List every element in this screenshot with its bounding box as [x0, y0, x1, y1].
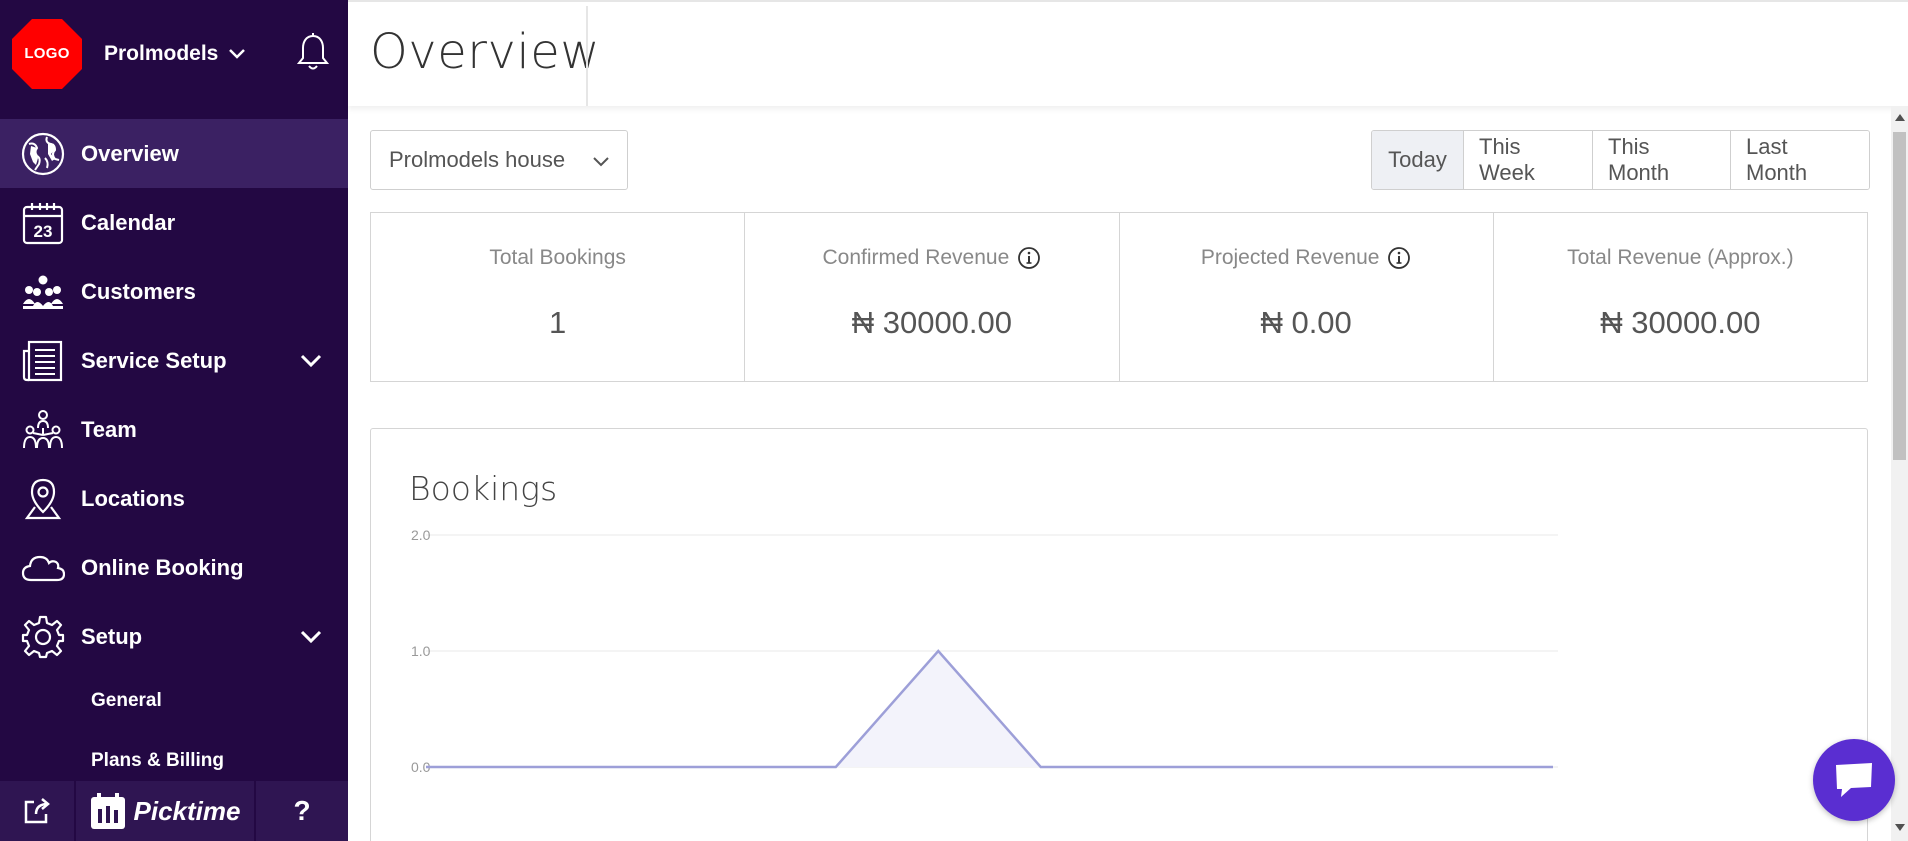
nav-item-locations[interactable]: Locations — [0, 464, 348, 533]
stat-value: ₦ 30000.00 — [1600, 305, 1761, 340]
calendar-icon: 23 — [20, 200, 66, 246]
customers-icon — [20, 269, 66, 315]
header-divider — [586, 6, 588, 106]
stat-value: ₦ 30000.00 — [851, 305, 1013, 340]
scroll-thumb[interactable] — [1893, 132, 1906, 460]
help-button[interactable]: ? — [256, 781, 348, 841]
location-pin-icon — [20, 476, 66, 522]
chevron-down-icon — [229, 49, 246, 59]
nav-label: Team — [81, 416, 137, 442]
logo-text: LOGO — [24, 45, 70, 62]
period-this-week-button[interactable]: This Week — [1463, 131, 1592, 189]
calendar-day-number: 23 — [34, 222, 53, 241]
nav-label: Online Booking — [81, 554, 244, 580]
location-select-value: Prolmodels house — [389, 147, 566, 172]
y-tick-label: 1.0 — [411, 643, 431, 659]
account-name: Prolmodels — [104, 42, 219, 65]
sidebar-header: LOGO Prolmodels — [0, 0, 348, 106]
brand-name: Picktime — [133, 795, 241, 826]
gear-icon — [20, 614, 66, 660]
team-icon — [20, 407, 66, 453]
page-title: Overview — [370, 24, 600, 80]
nav-item-service-setup[interactable]: Service Setup — [0, 326, 348, 395]
account-switcher[interactable]: Prolmodels — [104, 40, 246, 68]
nav-item-online-booking[interactable]: Online Booking — [0, 533, 348, 602]
picktime-brand[interactable]: Picktime — [76, 781, 256, 841]
page-header: Overview — [348, 0, 1908, 106]
stat-label: Confirmed Revenue — [822, 246, 1010, 269]
location-select[interactable]: Prolmodels house — [370, 130, 628, 190]
chevron-down-icon[interactable] — [298, 348, 324, 374]
stat-total-revenue: Total Revenue (Approx.) ₦ 30000.00 — [1492, 213, 1867, 381]
scroll-down-arrow-icon[interactable] — [1895, 824, 1905, 831]
cloud-icon — [20, 545, 66, 591]
service-setup-icon — [20, 338, 66, 384]
sidebar-nav: Overview 23 Calendar Customers Service S… — [0, 119, 348, 791]
sidebar-footer: Picktime ? — [0, 781, 348, 841]
nav-label: Calendar — [81, 209, 176, 235]
chat-bubble-icon — [1836, 763, 1872, 797]
stat-value: 1 — [549, 305, 567, 340]
info-icon[interactable] — [1387, 246, 1411, 270]
nav-item-team[interactable]: Team — [0, 395, 348, 464]
bookings-chart: 2.01.00.0 — [411, 527, 1558, 775]
stat-label: Total Revenue (Approx.) — [1567, 246, 1794, 269]
nav-label: Overview — [81, 140, 179, 166]
globe-icon — [20, 131, 66, 177]
chat-button[interactable] — [1813, 739, 1895, 821]
sidebar: LOGO Prolmodels Overview 23 Calendar Cus… — [0, 0, 348, 841]
chevron-down-icon[interactable] — [298, 624, 324, 650]
vertical-scrollbar[interactable] — [1891, 106, 1908, 841]
stat-label: Projected Revenue — [1200, 246, 1380, 269]
main-content: Overview Prolmodels house Today This Wee… — [348, 0, 1908, 841]
stat-confirmed-revenue: Confirmed Revenue ₦ 30000.00 — [744, 213, 1118, 381]
nav-label: Service Setup — [81, 347, 227, 373]
stats-panel: Total Bookings 1 Confirmed Revenue ₦ 300… — [370, 212, 1868, 382]
company-logo[interactable]: LOGO — [10, 17, 84, 91]
scroll-up-arrow-icon[interactable] — [1895, 114, 1905, 121]
nav-label: Setup — [81, 623, 143, 649]
stat-projected-revenue: Projected Revenue ₦ 0.00 — [1118, 213, 1493, 381]
chevron-down-icon — [593, 157, 609, 167]
sub-item-general[interactable]: General — [0, 671, 348, 731]
nav-item-overview[interactable]: Overview — [0, 119, 348, 188]
nav-item-calendar[interactable]: 23 Calendar — [0, 188, 348, 257]
open-external-button[interactable] — [0, 781, 76, 841]
period-today-button[interactable]: Today — [1372, 131, 1463, 189]
period-this-month-button[interactable]: This Month — [1592, 131, 1730, 189]
picktime-logo-icon — [90, 793, 125, 829]
nav-item-setup[interactable]: Setup — [0, 602, 348, 671]
stat-value: ₦ 0.00 — [1260, 305, 1352, 340]
nav-item-customers[interactable]: Customers — [0, 257, 348, 326]
bookings-chart-card: Bookings 2.0 1.0 0.0 — [370, 428, 1868, 841]
info-icon[interactable] — [1017, 246, 1041, 270]
stat-label: Total Bookings — [489, 246, 626, 269]
nav-label: Locations — [81, 485, 185, 511]
y-tick-label: 2.0 — [411, 527, 431, 543]
nav-label: Customers — [81, 278, 196, 304]
external-link-icon — [24, 798, 50, 824]
period-toggle: Today This Week This Month Last Month — [1371, 130, 1870, 190]
notifications-bell-icon[interactable] — [296, 32, 330, 72]
period-last-month-button[interactable]: Last Month — [1730, 131, 1869, 189]
stat-total-bookings: Total Bookings 1 — [371, 213, 744, 381]
